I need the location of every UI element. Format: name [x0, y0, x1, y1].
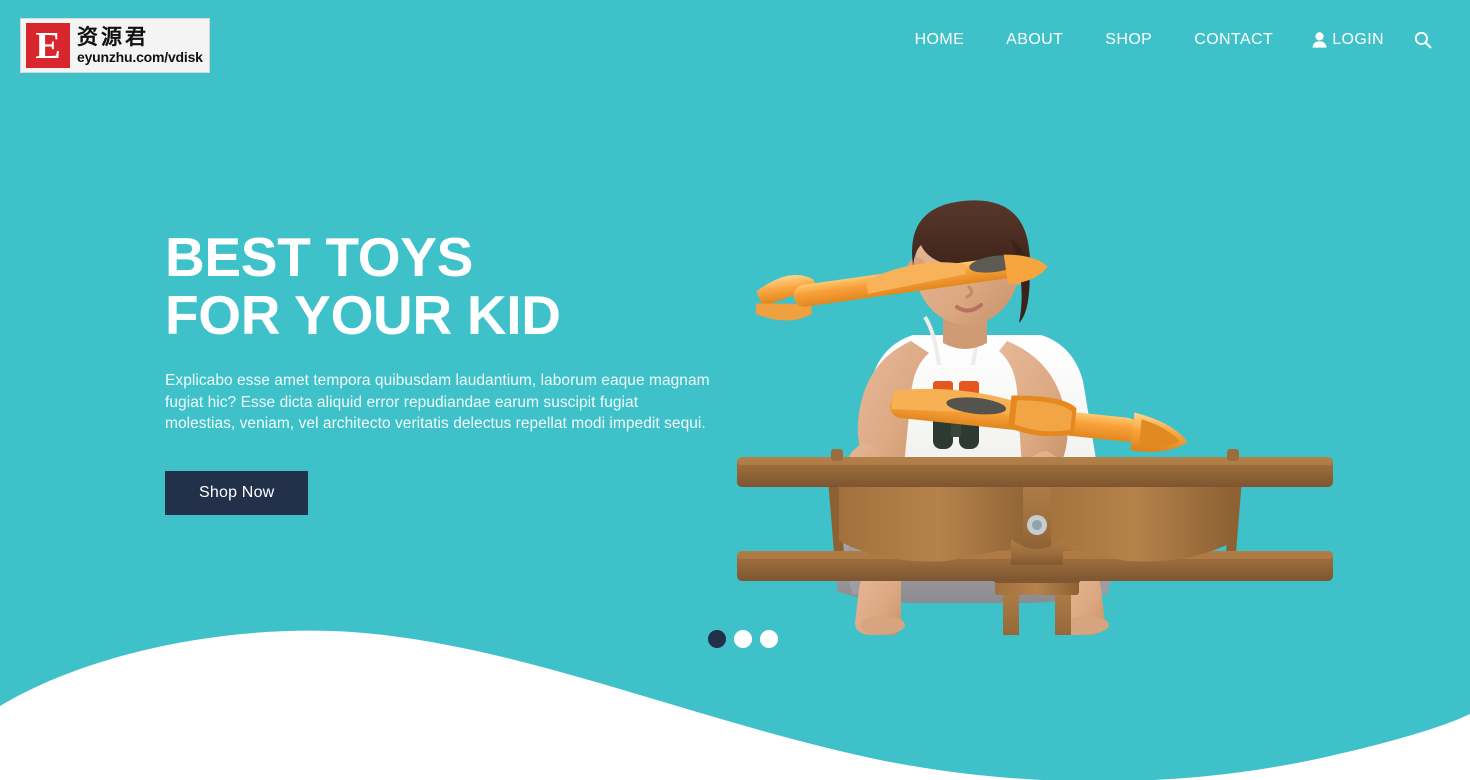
carousel-dots	[708, 630, 778, 648]
carousel-dot-1[interactable]	[708, 630, 726, 648]
search-icon	[1414, 31, 1432, 49]
hero-title: BEST TOYS FOR YOUR KID	[165, 226, 561, 346]
search-button[interactable]	[1400, 27, 1442, 53]
site-logo[interactable]: E 资源君 eyunzhu.com/vdisk	[20, 18, 210, 73]
carousel-dot-2[interactable]	[734, 630, 752, 648]
hero-copy-block: BEST TOYS FOR YOUR KID Explicabo esse am…	[165, 228, 725, 515]
nav-login-label: LOGIN	[1332, 31, 1384, 48]
logo-url: eyunzhu.com/vdisk	[77, 49, 203, 65]
nav-item-about[interactable]: ABOUT	[985, 27, 1084, 53]
user-icon	[1312, 32, 1327, 48]
hero-section: E 资源君 eyunzhu.com/vdisk HOME ABOUT SHOP …	[0, 0, 1470, 780]
logo-letter: E	[35, 24, 61, 67]
shop-now-button[interactable]: Shop Now	[165, 470, 309, 515]
logo-chinese-name: 资源君	[77, 25, 149, 49]
nav-item-home[interactable]: HOME	[894, 27, 986, 53]
logo-text-block: 资源君 eyunzhu.com/vdisk	[77, 25, 203, 66]
nav-item-contact[interactable]: CONTACT	[1173, 27, 1294, 53]
site-header: E 资源君 eyunzhu.com/vdisk HOME ABOUT SHOP …	[0, 0, 1470, 92]
carousel-dot-3[interactable]	[760, 630, 778, 648]
nav-item-shop[interactable]: SHOP	[1084, 27, 1173, 53]
main-navigation: HOME ABOUT SHOP CONTACT LOGIN	[894, 27, 1442, 53]
hero-description: Explicabo esse amet tempora quibusdam la…	[165, 372, 710, 432]
logo-mark-icon: E	[26, 23, 70, 68]
nav-item-login[interactable]: LOGIN	[1294, 27, 1400, 53]
hero-image	[737, 200, 1333, 635]
